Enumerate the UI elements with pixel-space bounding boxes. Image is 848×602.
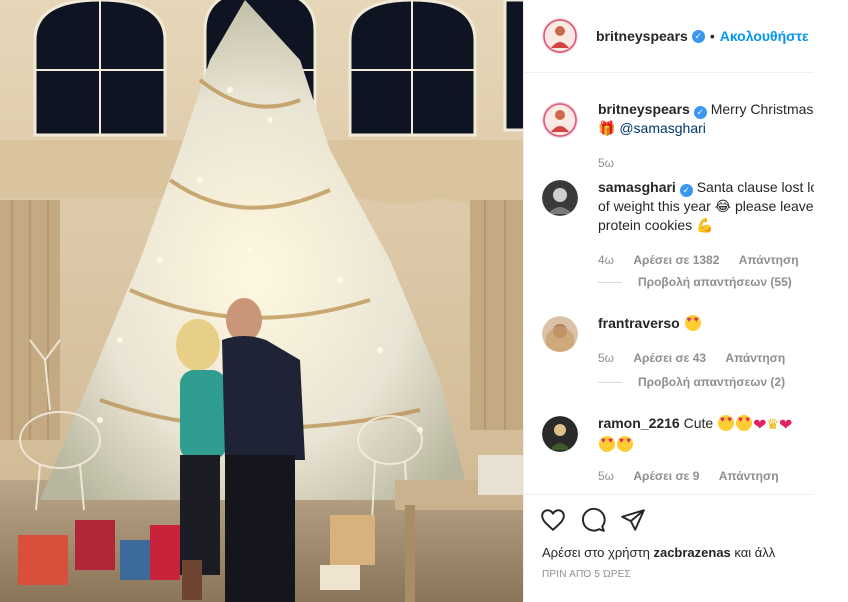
comment-item: ramon_2216 Cute ❤♛❤ bbox=[542, 414, 814, 454]
right-background-strip bbox=[814, 0, 848, 602]
commenter-avatar[interactable] bbox=[542, 180, 578, 216]
view-replies-button[interactable]: Προβολή απαντήσεων (2) bbox=[598, 375, 785, 389]
likes-summary: Αρέσει στο χρήστη zacbrazenas και άλλ bbox=[542, 545, 775, 560]
heart-eyes-emoji-icon bbox=[684, 315, 701, 331]
comment-likes[interactable]: Αρέσει σε 1382 bbox=[633, 253, 719, 267]
follow-button[interactable]: Ακολουθήστε bbox=[720, 28, 809, 44]
author-username[interactable]: britneyspears bbox=[596, 28, 688, 44]
reply-button[interactable]: Απάντηση bbox=[739, 253, 799, 267]
comment-meta: 5ω bbox=[598, 156, 630, 170]
comment-username[interactable]: frantraverso bbox=[598, 315, 680, 331]
likes-prefix: Αρέσει στο χρήστη bbox=[542, 545, 650, 560]
author-avatar[interactable] bbox=[542, 18, 578, 54]
caption-comment: britneyspears ✓ Merry Christmas 🎁 @samasg… bbox=[542, 100, 814, 138]
header-separator: • bbox=[709, 28, 715, 44]
comment-item: samasghari ✓ Santa clause lost lot of wei… bbox=[542, 178, 814, 235]
post-header: britneyspears ✓ • Ακολουθήστε bbox=[524, 0, 814, 73]
view-replies-button[interactable]: Προβολή απαντήσεων (55) bbox=[598, 275, 792, 289]
comment-meta: 4ω Αρέσει σε 1382 Απάντηση bbox=[598, 253, 814, 267]
likes-suffix[interactable]: και άλλ bbox=[734, 545, 775, 560]
heart-eyes-emoji-icon bbox=[718, 415, 735, 431]
comments-list: britneyspears ✓ Merry Christmas 🎁 @samasg… bbox=[524, 74, 814, 494]
crown-icon: ♛ bbox=[766, 416, 780, 432]
verified-badge-icon: ✓ bbox=[691, 29, 705, 43]
comment-time[interactable]: 5ω bbox=[598, 469, 614, 483]
likes-user-link[interactable]: zacbrazenas bbox=[653, 545, 730, 560]
heart-eyes-emoji-icon bbox=[736, 415, 753, 431]
comment-username[interactable]: samasghari bbox=[598, 179, 676, 195]
comment-time[interactable]: 5ω bbox=[598, 156, 614, 170]
comment-bubble-icon[interactable] bbox=[580, 507, 606, 533]
commenter-avatar[interactable] bbox=[542, 316, 578, 352]
commenter-avatar[interactable] bbox=[542, 102, 578, 138]
comment-time[interactable]: 5ω bbox=[598, 351, 614, 365]
share-paper-plane-icon[interactable] bbox=[620, 507, 646, 533]
post-actions: Αρέσει στο χρήστη zacbrazenas και άλλ ΠΡ… bbox=[524, 494, 814, 602]
post-side-panel: britneyspears ✓ • Ακολουθήστε britneyspe… bbox=[523, 0, 814, 602]
post-photo bbox=[0, 0, 523, 602]
heart-eyes-emoji-icon bbox=[599, 436, 615, 452]
comment-likes[interactable]: Αρέσει σε 43 bbox=[633, 351, 706, 365]
reply-button[interactable]: Απάντηση bbox=[719, 469, 779, 483]
action-icons bbox=[540, 507, 646, 533]
comment-time[interactable]: 4ω bbox=[598, 253, 614, 267]
mention-link[interactable]: @samasghari bbox=[619, 120, 706, 136]
comment-username[interactable]: britneyspears bbox=[598, 101, 690, 117]
commenter-avatar[interactable] bbox=[542, 416, 578, 452]
comment-text: Merry Christmas bbox=[710, 101, 814, 117]
like-heart-icon[interactable] bbox=[540, 507, 566, 533]
comment-item: frantraverso bbox=[542, 314, 814, 352]
comment-meta: 5ω Αρέσει σε 43 Απάντηση bbox=[598, 351, 801, 365]
verified-badge-icon: ✓ bbox=[679, 184, 693, 197]
comment-text: Cute bbox=[683, 415, 714, 431]
reply-button[interactable]: Απάντηση bbox=[725, 351, 785, 365]
comment-likes[interactable]: Αρέσει σε 9 bbox=[633, 469, 699, 483]
post-time-ago[interactable]: ΠΡΙΝ ΑΠΌ 5 ΏΡΕΣ bbox=[542, 569, 631, 580]
comment-username[interactable]: ramon_2216 bbox=[598, 415, 680, 431]
heart-eyes-emoji-icon bbox=[617, 436, 633, 452]
gift-emoji-icon: 🎁 bbox=[598, 120, 616, 136]
verified-badge-icon: ✓ bbox=[693, 106, 707, 119]
red-heart-icon: ❤ bbox=[779, 417, 793, 434]
comment-meta: 5ω Αρέσει σε 9 Απάντηση bbox=[598, 469, 795, 483]
red-heart-icon: ❤ bbox=[753, 417, 767, 434]
